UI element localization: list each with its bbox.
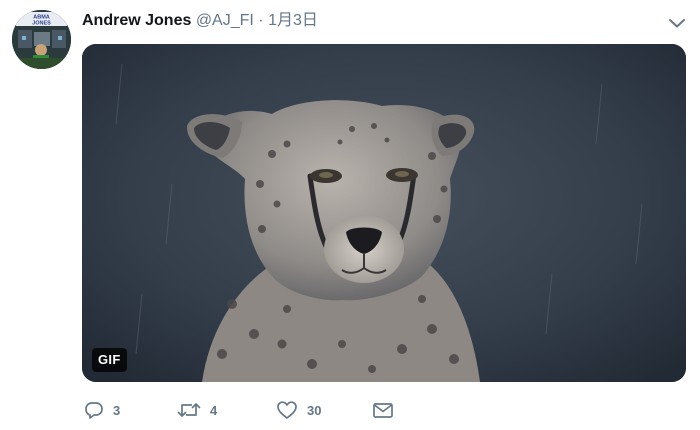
author-name[interactable]: Andrew Jones bbox=[82, 12, 191, 29]
tweet-actions: 3 4 30 bbox=[84, 398, 394, 422]
header-separator: · bbox=[258, 12, 264, 29]
reply-icon bbox=[84, 400, 104, 420]
like-count: 30 bbox=[307, 402, 322, 418]
tweet-date[interactable]: 1月3日 bbox=[268, 12, 318, 29]
tweet-card: ABMA JONES Andrew Jones @AJ_FI · 1月3日 GI… bbox=[0, 0, 700, 430]
reply-count: 3 bbox=[113, 402, 121, 418]
author-handle[interactable]: @AJ_FI bbox=[196, 12, 254, 29]
tweet-media-gif[interactable]: GIF bbox=[82, 44, 686, 382]
envelope-icon bbox=[372, 400, 394, 420]
chevron-down-icon[interactable] bbox=[666, 14, 688, 32]
like-button[interactable]: 30 bbox=[276, 400, 372, 420]
tweet-header: Andrew Jones @AJ_FI · 1月3日 bbox=[82, 10, 318, 32]
retweet-icon bbox=[177, 400, 201, 420]
cheetah-image bbox=[82, 44, 686, 382]
avatar-logo-text-bottom: JONES bbox=[32, 21, 51, 27]
retweet-button[interactable]: 4 bbox=[177, 400, 276, 420]
direct-message-button[interactable] bbox=[372, 400, 394, 420]
heart-icon bbox=[276, 400, 298, 420]
avatar-image: ABMA JONES bbox=[12, 10, 71, 69]
avatar[interactable]: ABMA JONES bbox=[12, 10, 71, 69]
gif-badge: GIF bbox=[92, 348, 127, 372]
retweet-count: 4 bbox=[210, 402, 218, 418]
reply-button[interactable]: 3 bbox=[84, 400, 177, 420]
